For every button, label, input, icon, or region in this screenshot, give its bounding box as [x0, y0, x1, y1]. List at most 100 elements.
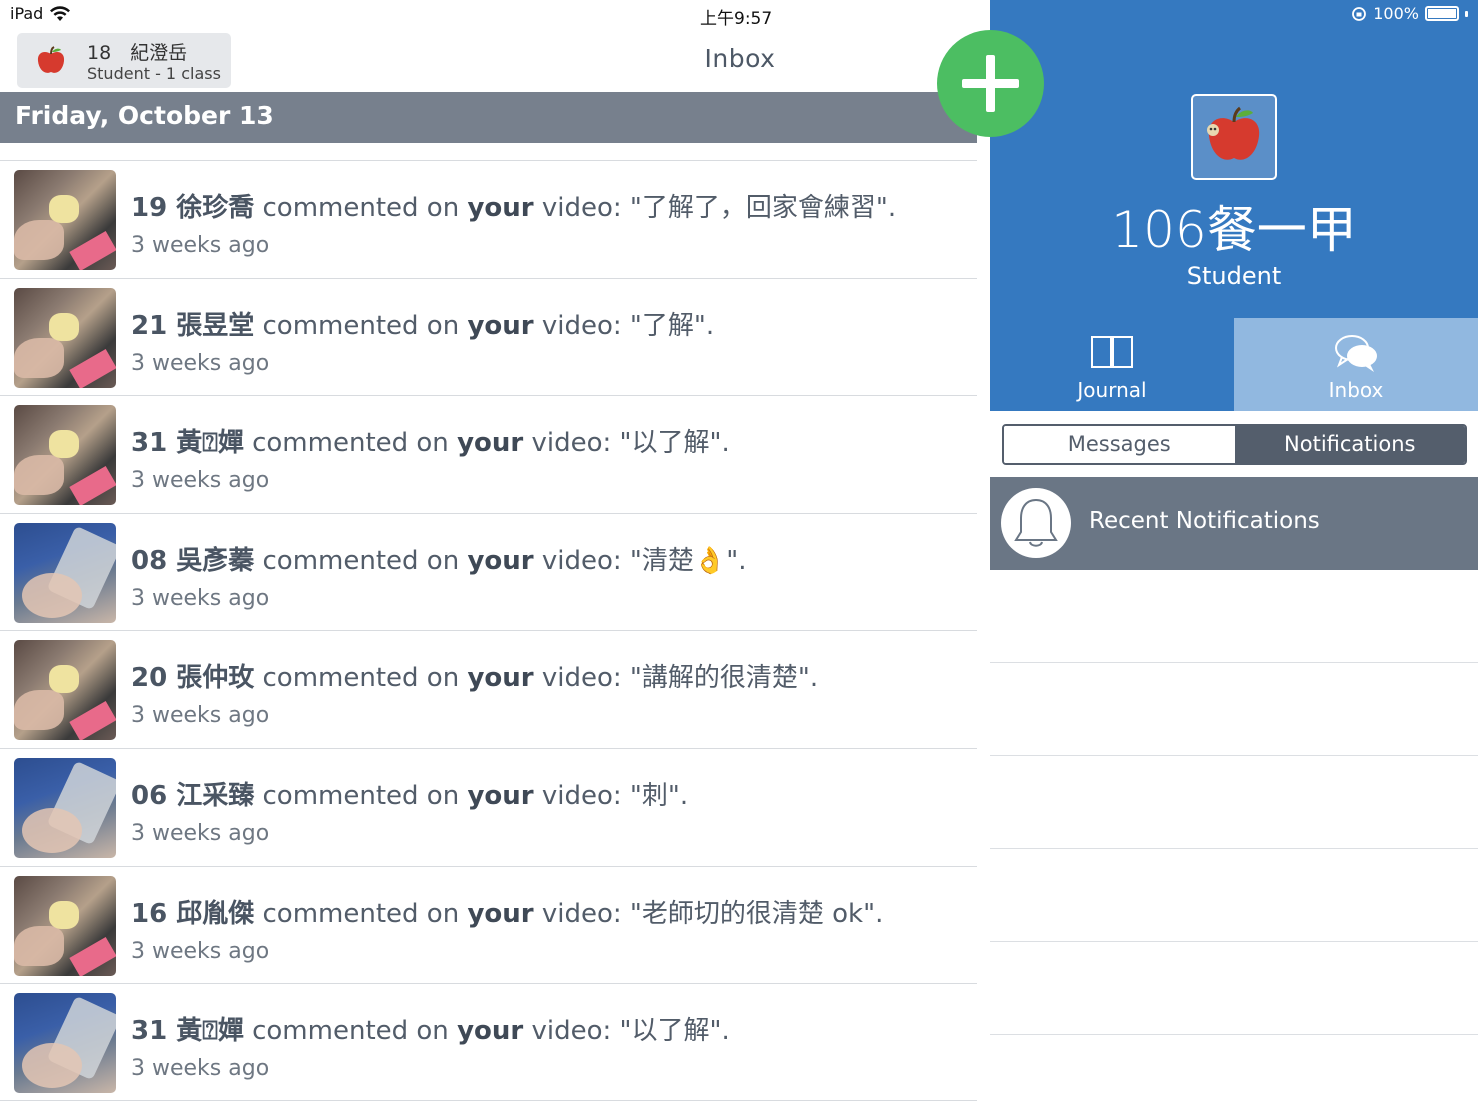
inbox-segmented-control: Messages Notifications: [1002, 424, 1467, 465]
feed-action: commented on: [254, 898, 468, 929]
list-item: [990, 756, 1478, 849]
list-item: [990, 849, 1478, 942]
device-label: iPad: [10, 4, 44, 23]
video-thumbnail[interactable]: [14, 170, 116, 270]
feed-author: 31 黃⍰嬋: [131, 1016, 244, 1047]
feed-your: your: [467, 310, 534, 341]
video-thumbnail[interactable]: [14, 287, 116, 388]
feed-timestamp: 3 weeks ago: [131, 1056, 270, 1082]
feed-target: video:: [533, 663, 630, 694]
tab-inbox-label: Inbox: [1328, 378, 1384, 402]
battery-percent: 100%: [1373, 4, 1419, 23]
feed-action: commented on: [254, 310, 468, 341]
feed-target: video:: [533, 545, 630, 576]
user-switcher[interactable]: 18 紀澄岳 Student - 1 class: [17, 33, 231, 88]
bell-icon: [1014, 498, 1058, 547]
feed-item-text: 08 吳彥蓁 commented on your video: "清楚👌".: [131, 540, 746, 577]
chat-bubbles-icon: [1335, 335, 1377, 372]
feed-your: your: [467, 780, 534, 811]
feed-comment: "老師切的很清楚 ok".: [629, 898, 884, 929]
wifi-icon: [50, 5, 71, 21]
feed-item[interactable]: 21 張昱堂 commented on your video: "了解". 3 w…: [0, 277, 977, 396]
feed-author: 19 徐珍喬: [131, 193, 255, 223]
profile-sidebar: 100% 106餐一甲 Student Journal Inbox Messag…: [990, 0, 1478, 1108]
feed-item-text: 16 邱胤傑 commented on your video: "老師切的很清楚…: [131, 893, 883, 930]
status-bar-right: 100%: [1351, 4, 1468, 23]
feed-target: video:: [533, 898, 630, 929]
feed-author: 20 張仲玫: [131, 663, 255, 694]
class-profile: 106餐一甲 Student: [990, 0, 1478, 318]
video-thumbnail[interactable]: [14, 993, 116, 1094]
segment-notifications[interactable]: Notifications: [1234, 426, 1465, 463]
feed-action: commented on: [254, 663, 468, 694]
feed-your: your: [467, 663, 534, 694]
user-role: Student: [1186, 262, 1282, 290]
feed-target: video:: [533, 780, 630, 811]
feed-timestamp: 3 weeks ago: [131, 585, 270, 611]
feed-action: commented on: [243, 428, 458, 459]
feed-item-text: 06 江采臻 commented on your video: "刺".: [131, 775, 688, 812]
feed-comment: "以了解".: [619, 428, 730, 459]
user-name: 18 紀澄岳: [87, 42, 188, 64]
video-thumbnail[interactable]: [14, 522, 116, 623]
video-thumbnail[interactable]: [14, 640, 116, 741]
video-thumbnail[interactable]: [14, 875, 116, 976]
feed-your: your: [467, 193, 534, 223]
book-icon: [1091, 336, 1133, 368]
feed-timestamp: 3 weeks ago: [131, 468, 270, 494]
feed-item-text: 31 黃⍰嬋 commented on your video: "以了解".: [131, 1010, 730, 1047]
status-bar-left: iPad: [10, 4, 71, 23]
feed-timestamp: 3 weeks ago: [131, 350, 270, 376]
user-subtitle: Student - 1 class: [87, 64, 221, 83]
status-time: 上午9:57: [700, 9, 773, 29]
tab-journal-label: Journal: [1077, 378, 1147, 402]
segment-messages[interactable]: Messages: [1004, 426, 1235, 463]
list-item: [990, 663, 1478, 756]
feed-author: 16 邱胤傑: [131, 898, 255, 929]
feed-item-text: 19 徐珍喬 commented on your video: "了解了，回家會…: [131, 187, 896, 224]
feed-action: commented on: [254, 545, 468, 576]
notification-feed: 19 徐珍喬 commented on your video: "了解了，回家會…: [0, 160, 977, 1101]
feed-comment: "了解".: [629, 310, 715, 341]
feed-target: video:: [533, 310, 630, 341]
feed-item-text: 31 黃⍰嬋 commented on your video: "以了解".: [131, 422, 730, 459]
battery-icon: [1425, 6, 1459, 21]
feed-timestamp: 3 weeks ago: [131, 233, 270, 258]
feed-item[interactable]: 20 張仲玫 commented on your video: "講解的很清楚"…: [0, 630, 977, 748]
feed-action: commented on: [254, 780, 468, 811]
class-avatar[interactable]: [1191, 94, 1277, 180]
feed-your: your: [457, 1016, 524, 1047]
list-item: [990, 942, 1478, 1035]
apple-icon: [37, 46, 65, 73]
inbox-pane: iPad 上午9:57 18 紀澄岳 Student - 1 class Inb…: [0, 0, 977, 1108]
recent-notifications-item[interactable]: Recent Notifications: [990, 477, 1478, 570]
feed-item[interactable]: 16 邱胤傑 commented on your video: "老師切的很清楚…: [0, 865, 977, 984]
feed-timestamp: 3 weeks ago: [131, 938, 270, 964]
feed-your: your: [457, 428, 524, 459]
feed-comment: "了解了，回家會練習".: [629, 193, 897, 223]
video-thumbnail[interactable]: [14, 405, 116, 506]
feed-item[interactable]: 08 吳彥蓁 commented on your video: "清楚👌". 3 …: [0, 512, 977, 631]
feed-item[interactable]: 06 江采臻 commented on your video: "刺". 3 we…: [0, 747, 977, 866]
tab-inbox[interactable]: Inbox: [1234, 318, 1478, 411]
feed-timestamp: 3 weeks ago: [131, 820, 270, 846]
tab-journal[interactable]: Journal: [990, 318, 1234, 411]
recent-notifications-label: Recent Notifications: [1089, 508, 1320, 534]
feed-item[interactable]: 31 黃⍰嬋 commented on your video: "以了解". 3 …: [0, 983, 977, 1101]
video-thumbnail[interactable]: [14, 757, 116, 858]
feed-comment: "以了解".: [619, 1016, 730, 1047]
feed-comment: "清楚👌".: [629, 545, 747, 576]
notification-list: [990, 570, 1478, 1035]
feed-target: video:: [523, 428, 620, 459]
list-item: [990, 570, 1478, 663]
bell-avatar: [1001, 488, 1071, 558]
add-post-button[interactable]: [937, 30, 1044, 137]
orientation-lock-icon: [1352, 6, 1367, 21]
feed-item[interactable]: 19 徐珍喬 commented on your video: "了解了，回家會…: [0, 160, 977, 278]
feed-author: 31 黃⍰嬋: [131, 428, 244, 459]
main-tabs: Journal Inbox: [990, 318, 1478, 411]
feed-item-text: 20 張仲玫 commented on your video: "講解的很清楚"…: [131, 657, 818, 694]
feed-item[interactable]: 31 黃⍰嬋 commented on your video: "以了解". 3 …: [0, 395, 977, 513]
date-section-header: Friday, October 13: [0, 92, 977, 143]
feed-author: 08 吳彥蓁: [131, 545, 255, 576]
